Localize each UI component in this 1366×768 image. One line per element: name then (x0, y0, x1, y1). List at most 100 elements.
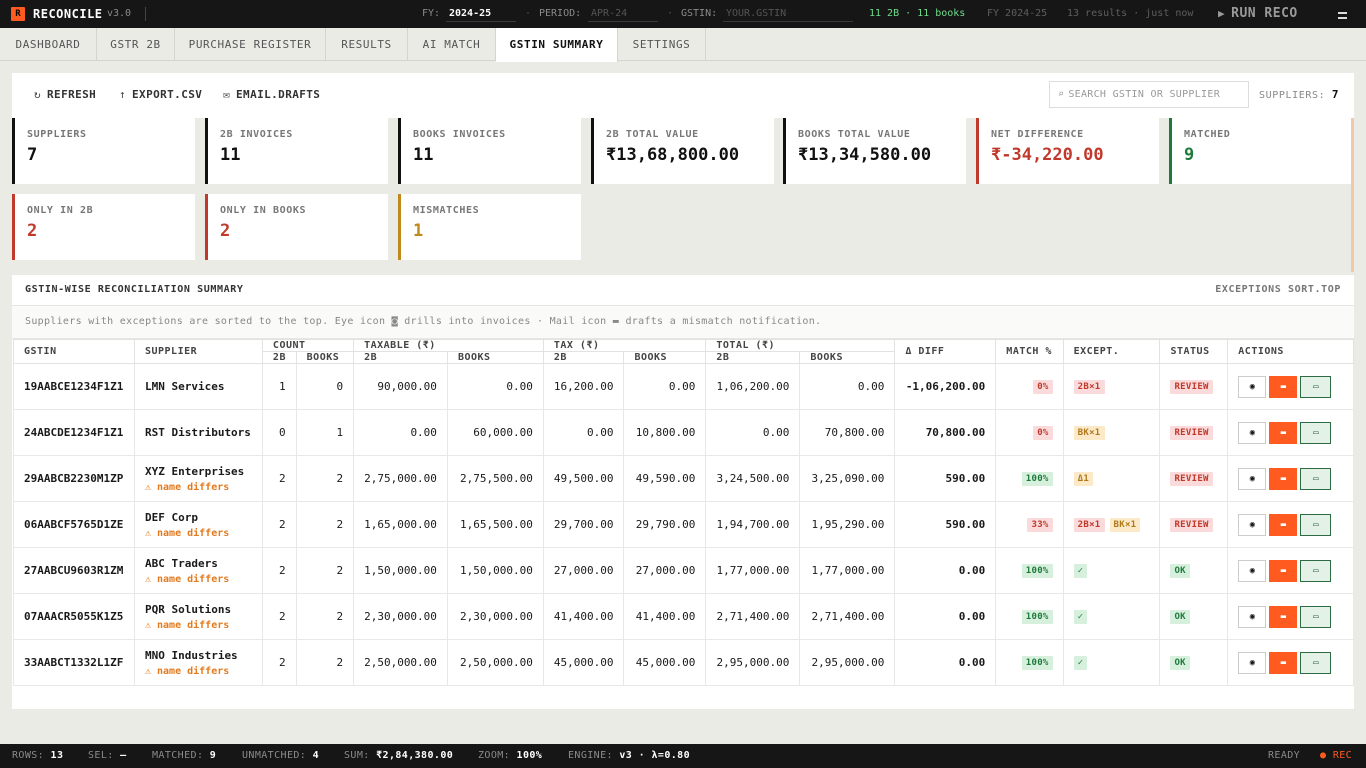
run-reco-button[interactable]: ▶ RUN RECO (1218, 0, 1298, 28)
export-csv-button[interactable]: ↑ EXPORT.CSV (119, 73, 202, 118)
except-cell: 2B×1 (1062, 363, 1161, 410)
message-button[interactable]: ▭ (1300, 605, 1332, 628)
col-gstin[interactable]: GSTIN (13, 339, 135, 364)
stat-cards: SUPPLIERS 7 2B INVOICES 11 BOOKS INVOICES 1… (12, 118, 1354, 275)
search-input[interactable]: ⌕ SEARCH GSTIN OR SUPPLIER (1049, 81, 1249, 108)
tax-books-cell: 45,000.00 (623, 639, 707, 686)
view-invoices-button[interactable]: ◉ (1238, 375, 1267, 398)
taxable-2b-cell: 1,65,000.00 (353, 501, 448, 548)
mail-draft-button[interactable]: ▬ (1269, 467, 1298, 490)
message-button[interactable]: ▭ (1300, 375, 1332, 398)
tax-books-cell: 29,790.00 (623, 501, 707, 548)
total-2b-cell: 1,06,200.00 (705, 363, 801, 410)
tax-books-cell: 49,590.00 (623, 455, 707, 502)
view-invoices-button[interactable]: ◉ (1238, 651, 1267, 674)
col-except[interactable]: EXCEPT. (1062, 339, 1161, 364)
count-2b-cell: 2 (261, 547, 297, 594)
table-row[interactable]: 19AABCE1234F1Z1 LMN Services 1 0 90,000.00 0.… (13, 363, 1354, 410)
total-2b-cell: 1,94,700.00 (705, 501, 801, 548)
app-version: v3.0 (107, 8, 132, 19)
tab-dashboard[interactable]: DASHBOARD (0, 28, 97, 61)
tab-gstin-summary[interactable]: GSTIN SUMMARY (496, 28, 618, 62)
supplier-cell: RST Distributors (133, 409, 263, 456)
actions-cell: ◉ ▬ ▭ (1227, 409, 1354, 456)
mail-draft-button[interactable]: ▬ (1269, 513, 1298, 536)
tax-2b-cell: 49,500.00 (542, 455, 625, 502)
gstin-label: GSTIN: (681, 8, 718, 19)
fy-info: FY 2024-25 (987, 8, 1048, 19)
count-2b-cell: 2 (261, 593, 297, 640)
hamburger-icon[interactable] (1338, 12, 1347, 19)
count-books-cell: 2 (295, 547, 355, 594)
view-invoices-button[interactable]: ◉ (1238, 513, 1267, 536)
sort-label[interactable]: EXCEPTIONS SORT.TOP (1215, 284, 1341, 295)
match-cell: 0% (995, 363, 1064, 410)
message-button[interactable]: ▭ (1300, 559, 1332, 582)
message-button[interactable]: ▭ (1300, 467, 1332, 490)
tax-books-cell: 0.00 (623, 363, 707, 410)
tab-ai-match[interactable]: AI MATCH (408, 28, 496, 61)
mail-draft-button[interactable]: ▬ (1269, 559, 1298, 582)
view-invoices-button[interactable]: ◉ (1238, 559, 1267, 582)
tab-results[interactable]: RESULTS (326, 28, 408, 61)
tab-gstr-2b[interactable]: GSTR 2B (97, 28, 175, 61)
table-row[interactable]: 24ABCDE1234F1Z1 RST Distributors 0 1 0.00 60,… (13, 409, 1354, 456)
actions-cell: ◉ ▬ ▭ (1227, 363, 1354, 410)
col-supplier[interactable]: SUPPLIER (133, 339, 263, 364)
diff-cell: 0.00 (894, 547, 997, 594)
mail-draft-button[interactable]: ▬ (1269, 605, 1298, 628)
table-row[interactable]: 33AABCT1332L1ZF MNO Industries ⚠ name diff… (13, 639, 1354, 686)
col-match[interactable]: MATCH % (995, 339, 1064, 364)
taxable-books-cell: 2,75,500.00 (446, 455, 544, 502)
table-row[interactable]: 29AABCB2230M1ZP XYZ Enterprises ⚠ name dif… (13, 455, 1354, 502)
status-badge: OK (1170, 656, 1190, 670)
view-invoices-button[interactable]: ◉ (1238, 605, 1267, 628)
supplier-name: LMN Services (144, 380, 225, 393)
col-tax-2b: 2B (542, 351, 625, 364)
tab-purchase-register[interactable]: PURCHASE REGISTER (175, 28, 326, 61)
period-input[interactable]: APR-24 (591, 0, 627, 28)
taxable-books-cell: 60,000.00 (446, 409, 544, 456)
tax-2b-cell: 16,200.00 (542, 363, 625, 410)
gstin-cell: 06AABCF5765D1ZE (13, 501, 135, 548)
status-cell: REVIEW (1159, 455, 1229, 502)
gstin-cell: 07AAACR5055K1Z5 (13, 593, 135, 640)
exception-badge: ✓ (1073, 610, 1088, 624)
status-badge: REVIEW (1170, 426, 1213, 440)
stat-card-2b-invoices: 2B INVOICES 11 (205, 118, 388, 184)
message-button[interactable]: ▭ (1300, 651, 1332, 674)
exception-badge: ✓ (1073, 564, 1088, 578)
refresh-button[interactable]: ↻ REFRESH (34, 73, 96, 118)
status-badge: REVIEW (1170, 518, 1213, 532)
count-books-cell: 2 (295, 501, 355, 548)
message-button[interactable]: ▭ (1300, 513, 1332, 536)
stat-card-only-books: ONLY IN BOOKS 2 (205, 194, 388, 260)
col-status[interactable]: STATUS (1159, 339, 1229, 364)
name-differs-warning: ⚠ name differs (144, 527, 230, 539)
table-row[interactable]: 07AAACR5055K1Z5 PQR Solutions ⚠ name diffe… (13, 593, 1354, 640)
view-invoices-button[interactable]: ◉ (1238, 467, 1267, 490)
message-button[interactable]: ▭ (1300, 421, 1332, 444)
mail-draft-button[interactable]: ▬ (1269, 375, 1298, 398)
gstin-input[interactable]: YOUR.GSTIN (726, 0, 786, 28)
toolbar: ↻ REFRESH ↑ EXPORT.CSV ✉ EMAIL.DRAFTS ⌕ SEAR… (12, 73, 1354, 118)
view-invoices-button[interactable]: ◉ (1238, 421, 1267, 444)
count-books-cell: 0 (295, 363, 355, 410)
col-diff[interactable]: Δ DIFF (894, 339, 997, 364)
mail-draft-button[interactable]: ▬ (1269, 651, 1298, 674)
table-row[interactable]: 06AABCF5765D1ZE DEF Corp ⚠ name differs 2 2 1… (13, 501, 1354, 548)
exception-badge: Δ1 (1073, 472, 1094, 486)
fy-select[interactable]: 2024-25 (449, 0, 491, 28)
tab-settings[interactable]: SETTINGS (618, 28, 706, 61)
summary-header: GSTIN-WISE RECONCILIATION SUMMARY EXCEPT… (12, 275, 1354, 306)
tax-2b-cell: 45,000.00 (542, 639, 625, 686)
period-label: PERIOD: (539, 8, 582, 19)
supplier-name: ABC Traders (144, 556, 218, 570)
gstin-cell: 27AABCU9603R1ZM (13, 547, 135, 594)
total-books-cell: 3,25,090.00 (799, 455, 896, 502)
except-cell: ✓ (1062, 639, 1161, 686)
taxable-2b-cell: 0.00 (353, 409, 448, 456)
email-drafts-button[interactable]: ✉ EMAIL.DRAFTS (223, 73, 320, 118)
mail-draft-button[interactable]: ▬ (1269, 421, 1298, 444)
table-row[interactable]: 27AABCU9603R1ZM ABC Traders ⚠ name differs… (13, 547, 1354, 594)
